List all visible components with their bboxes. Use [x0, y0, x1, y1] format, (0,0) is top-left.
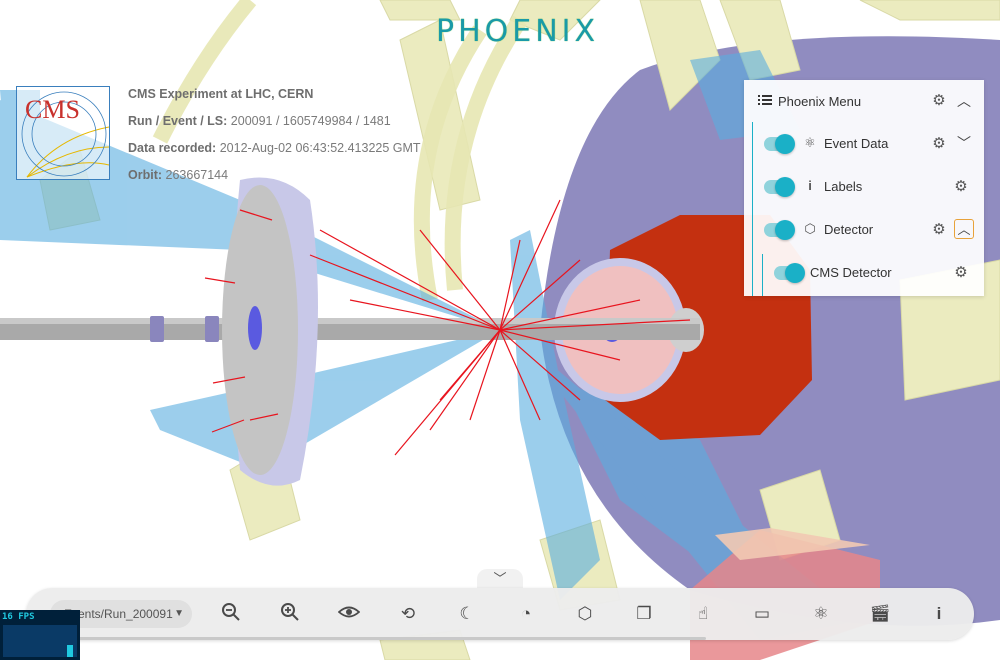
fps-label: 16 FPS: [2, 612, 35, 622]
zoom-out-icon[interactable]: [219, 602, 243, 626]
fps-graph: [3, 625, 77, 657]
toolbar-scrollbar[interactable]: [66, 637, 706, 640]
toolbar-collapse-button[interactable]: ﹀: [477, 569, 523, 589]
run-label: Run / Event / LS:: [128, 114, 228, 128]
phoenix-event-display: PHOENIX CMS CMS Experiment at LHC, CERN …: [0, 0, 1000, 660]
detector-toggle[interactable]: [764, 220, 795, 240]
cms-detector-toggle[interactable]: [774, 263, 805, 283]
zoom-in-icon[interactable]: [278, 602, 302, 626]
experiment-title: CMS Experiment at LHC, CERN: [128, 87, 314, 101]
phoenix-menu-header[interactable]: Phoenix Menu ⚙ ︿: [744, 86, 984, 116]
atom-icon: ⚛: [804, 135, 816, 150]
clapperboard-icon[interactable]: 🎬︎: [868, 602, 892, 626]
eye-icon[interactable]: [337, 602, 361, 626]
event-data-label: Event Data: [824, 136, 889, 151]
event-selector-value: Events/Run_200091: [64, 607, 173, 621]
labels-label: Labels: [824, 179, 863, 194]
experiment-info: CMS Experiment at LHC, CERN Run / Event …: [128, 81, 421, 189]
labels-toggle[interactable]: [764, 177, 795, 197]
phoenix-menu: Phoenix Menu ⚙ ︿ ⚛ Event Data ⚙ ﹀ i Labe…: [744, 80, 984, 296]
orbit-label: Orbit:: [128, 168, 163, 182]
recorded-value: 2012-Aug-02 06:43:52.413225 GMT: [219, 141, 421, 155]
orbit-row: Orbit: 263667144: [128, 162, 421, 189]
pie-icon[interactable]: ◔: [514, 602, 538, 626]
run-event-row: Run / Event / LS: 200091 / 1605749984 / …: [128, 108, 421, 135]
subtree-line: [762, 254, 763, 296]
gear-icon[interactable]: ⚙: [932, 222, 946, 237]
gear-icon[interactable]: ⚙: [932, 136, 946, 151]
cms-logo: CMS: [16, 86, 110, 180]
phoenix-menu-title: Phoenix Menu: [778, 93, 862, 109]
chevron-up-icon[interactable]: ︿: [955, 92, 973, 110]
gear-icon[interactable]: ⚙: [932, 93, 946, 108]
rotate-icon[interactable]: ⟲: [396, 602, 420, 626]
atom-icon[interactable]: ⚛: [809, 602, 833, 626]
detector-label: Detector: [824, 222, 874, 237]
layers-icon[interactable]: ❐: [632, 602, 656, 626]
info-panel-icon[interactable]: ▭: [750, 602, 774, 626]
chevron-down-icon: ▼: [174, 608, 184, 619]
list-icon: [758, 94, 774, 109]
recorded-label: Data recorded:: [128, 141, 217, 155]
phoenix-logo: PHOENIX: [436, 14, 600, 49]
gear-icon[interactable]: ⚙: [954, 179, 968, 194]
chevron-up-icon[interactable]: ︿: [954, 219, 974, 239]
pointer-icon[interactable]: ☝: [691, 602, 715, 626]
event-data-toggle[interactable]: [764, 134, 795, 154]
tree-line: [752, 122, 753, 296]
info-icon[interactable]: i: [927, 602, 951, 626]
data-recorded-row: Data recorded: 2012-Aug-02 06:43:52.4132…: [128, 135, 421, 162]
run-value: 200091 / 1605749984 / 1481: [230, 114, 391, 128]
info-icon: i: [808, 178, 812, 193]
orbit-value: 263667144: [165, 168, 229, 182]
cms-logo-text: CMS: [25, 95, 80, 124]
cube-icon[interactable]: ⬡: [573, 602, 597, 626]
cms-detector-label: CMS Detector: [810, 265, 892, 280]
cube-icon: ⬡: [804, 221, 816, 236]
ui-toolbar: Events/Run_200091 ▼ ⟲ ☾ ◔ ⬡ ❐ ☝ ▭ ⚛ 🎬︎ i: [26, 588, 974, 640]
gear-icon[interactable]: ⚙: [954, 265, 968, 280]
stats-panel: 16 FPS: [0, 610, 80, 660]
dark-mode-icon[interactable]: ☾: [455, 602, 479, 626]
chevron-down-icon[interactable]: ﹀: [955, 134, 973, 152]
